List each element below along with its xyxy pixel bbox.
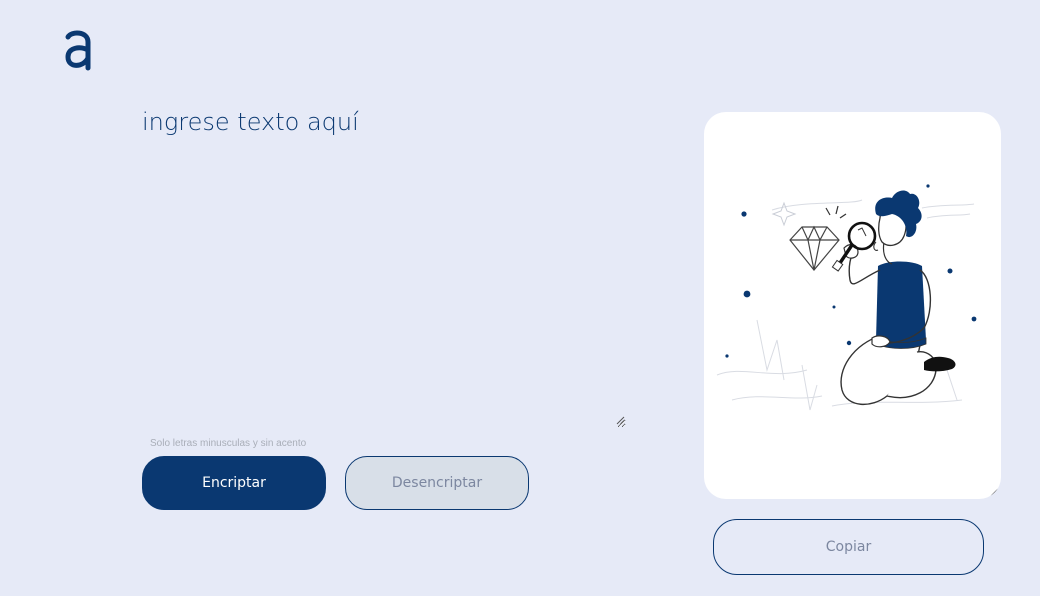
resize-grip-icon[interactable] — [616, 416, 625, 425]
output-panel[interactable] — [704, 112, 1001, 499]
text-input[interactable] — [142, 108, 626, 428]
person-with-magnifier-and-diamond-illustration — [716, 184, 977, 411]
encrypt-button[interactable]: Encriptar — [142, 456, 326, 510]
brand-logo[interactable] — [62, 28, 94, 72]
alura-logo-icon — [65, 30, 91, 71]
input-hint: Solo letras minusculas y sin acento — [150, 438, 307, 449]
decrypt-button[interactable]: Desencriptar — [345, 456, 529, 510]
resize-grip-icon[interactable] — [990, 488, 999, 497]
copy-button[interactable]: Copiar — [713, 519, 984, 575]
